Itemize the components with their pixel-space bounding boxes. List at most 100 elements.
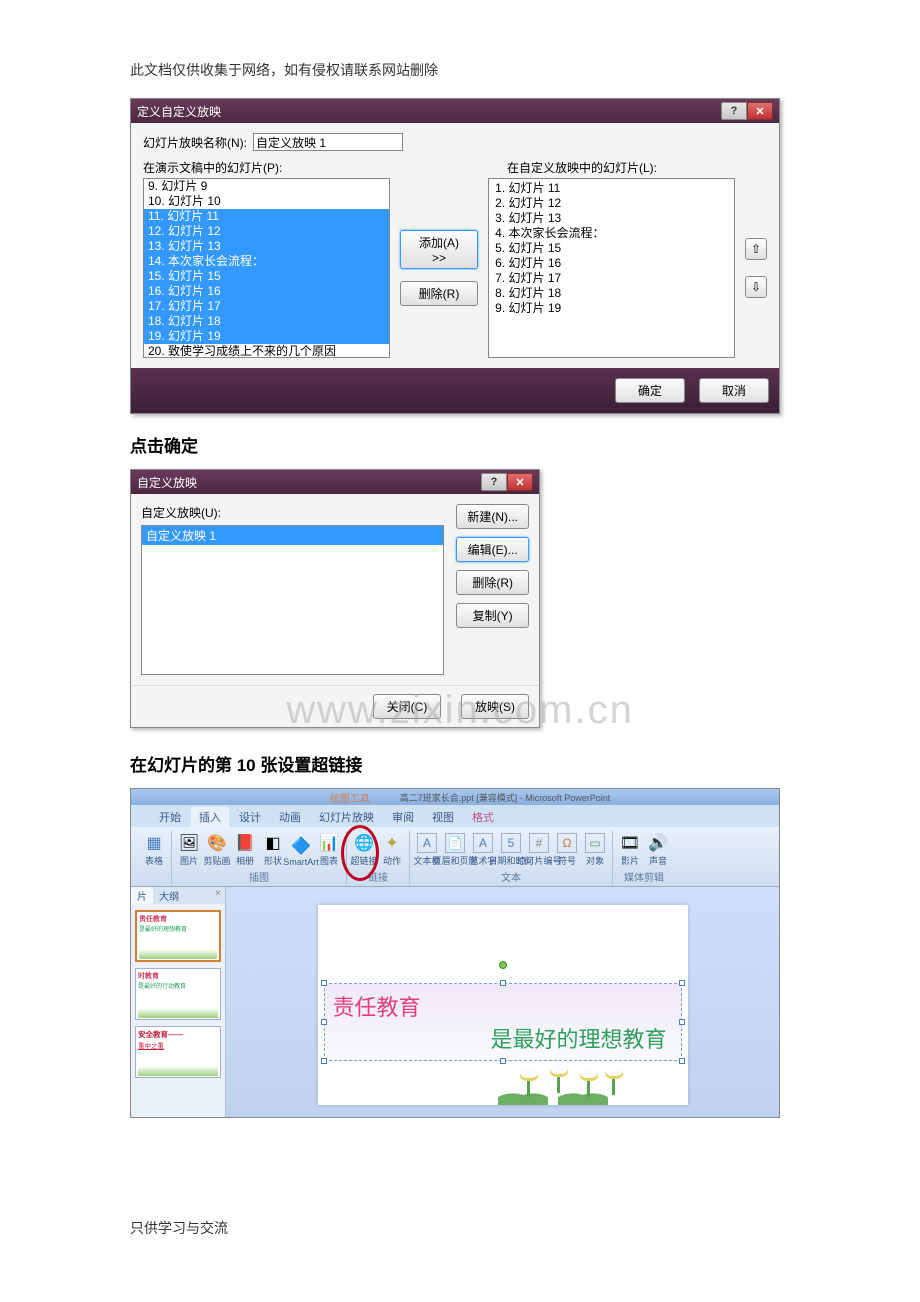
watermark: www.zixin.com.cn bbox=[130, 688, 790, 733]
list-item[interactable]: 8. 幻灯片 18 bbox=[491, 286, 732, 301]
ribbon-tab[interactable]: 开始 bbox=[151, 807, 189, 827]
ribbon-tab[interactable]: 设计 bbox=[231, 807, 269, 827]
ribbon-tab[interactable]: 插入 bbox=[191, 807, 229, 827]
ribbon-button[interactable]: ▭对象 bbox=[584, 833, 606, 867]
resize-handle[interactable] bbox=[500, 980, 506, 986]
cancel-button[interactable]: 取消 bbox=[699, 378, 769, 403]
new-button[interactable]: 新建(N)... bbox=[456, 504, 529, 529]
list-item[interactable]: 14. 本次家长会流程： bbox=[144, 254, 389, 269]
define-custom-show-dialog: 定义自定义放映 ? ✕ 幻灯片放映名称(N): 在演示文稿中的幻灯片(P): 在… bbox=[130, 98, 780, 414]
help-button[interactable]: ? bbox=[721, 102, 747, 120]
list-item[interactable]: 3. 幻灯片 13 bbox=[491, 211, 732, 226]
list-item[interactable]: 19. 幻灯片 19 bbox=[144, 329, 389, 344]
list-item[interactable]: 20. 致使学习成绩上不来的几个原因 bbox=[144, 344, 389, 357]
ribbon-tab[interactable]: 动画 bbox=[271, 807, 309, 827]
resize-handle[interactable] bbox=[679, 1019, 685, 1025]
list-item[interactable]: 18. 幻灯片 18 bbox=[144, 314, 389, 329]
movie-button[interactable]: 🎞影片 bbox=[619, 833, 641, 867]
ribbon-icon: # bbox=[529, 833, 549, 853]
slide-canvas[interactable]: 责任教育 是最好的理想教育 bbox=[318, 905, 688, 1105]
list-item[interactable]: 4. 本次家长会流程： bbox=[491, 226, 732, 241]
close-button[interactable]: ✕ bbox=[747, 102, 773, 120]
ribbon-button[interactable]: 🎨剪贴画 bbox=[206, 833, 228, 867]
target-list-label: 在自定义放映中的幻灯片(L): bbox=[507, 159, 757, 176]
ribbon-button[interactable]: Ω符号 bbox=[556, 833, 578, 867]
ribbon-icon: 📕 bbox=[235, 833, 255, 853]
list-item[interactable]: 11. 幻灯片 11 bbox=[144, 209, 389, 224]
remove-button[interactable]: 删除(R) bbox=[400, 281, 478, 306]
ribbon-tab[interactable]: 审阅 bbox=[384, 807, 422, 827]
list-item[interactable]: 13. 幻灯片 13 bbox=[144, 239, 389, 254]
target-slides-listbox[interactable]: 1. 幻灯片 112. 幻灯片 123. 幻灯片 134. 本次家长会流程：5.… bbox=[488, 178, 735, 358]
ribbon-tab[interactable]: 视图 bbox=[424, 807, 462, 827]
move-down-button[interactable]: ⇩ bbox=[745, 276, 767, 298]
ribbon-button[interactable]: ◧形状 bbox=[262, 833, 284, 867]
sound-button[interactable]: 🔊声音 bbox=[647, 833, 669, 867]
list-item[interactable]: 5. 幻灯片 15 bbox=[491, 241, 732, 256]
resize-handle[interactable] bbox=[321, 980, 327, 986]
ribbon-button[interactable]: 🔷SmartArt bbox=[290, 836, 312, 867]
list-item[interactable]: 15. 幻灯片 15 bbox=[144, 269, 389, 284]
table-button[interactable]: ▦表格 bbox=[143, 833, 165, 867]
slide-thumbnail[interactable]: 安全教育——重中之重 bbox=[135, 1026, 221, 1078]
slide-panel: 片 大纲 × 责任教育是最好的理想教育时教育是最好的行动教育安全教育——重中之重 bbox=[131, 887, 226, 1117]
list-item[interactable]: 9. 幻灯片 9 bbox=[144, 179, 389, 194]
ribbon-icon: A bbox=[473, 833, 493, 853]
move-up-button[interactable]: ⇧ bbox=[745, 238, 767, 260]
source-slides-listbox[interactable]: 9. 幻灯片 910. 幻灯片 1011. 幻灯片 1112. 幻灯片 1213… bbox=[143, 178, 390, 358]
resize-handle[interactable] bbox=[321, 1058, 327, 1064]
help-button[interactable]: ? bbox=[481, 473, 507, 491]
contextual-tab-label: 绘图工具 bbox=[330, 790, 370, 805]
add-button[interactable]: 添加(A) >> bbox=[400, 230, 478, 269]
list-item[interactable]: 7. 幻灯片 17 bbox=[491, 271, 732, 286]
ribbon-button[interactable]: 📄页眉和页脚 bbox=[444, 833, 466, 867]
name-label: 幻灯片放映名称(N): bbox=[143, 134, 247, 151]
copy-button[interactable]: 复制(Y) bbox=[456, 603, 529, 628]
titlebar: 自定义放映 ? ✕ bbox=[131, 470, 539, 494]
delete-button[interactable]: 删除(R) bbox=[456, 570, 529, 595]
list-item[interactable]: 9. 幻灯片 19 bbox=[491, 301, 732, 316]
ribbon-button[interactable]: 📊图表 bbox=[318, 833, 340, 867]
list-item[interactable]: 2. 幻灯片 12 bbox=[491, 196, 732, 211]
list-item[interactable]: 6. 幻灯片 16 bbox=[491, 256, 732, 271]
dialog-title: 自定义放映 bbox=[137, 474, 197, 491]
action-button[interactable]: ✦动作 bbox=[381, 833, 403, 867]
edit-button[interactable]: 编辑(E)... bbox=[456, 537, 529, 562]
slide-thumbnail[interactable]: 责任教育是最好的理想教育 bbox=[135, 910, 221, 962]
list-item[interactable]: 1. 幻灯片 11 bbox=[491, 181, 732, 196]
hyperlink-icon: 🌐 bbox=[354, 833, 374, 853]
close-button[interactable]: ✕ bbox=[507, 473, 533, 491]
ribbon-button[interactable]: 📕相册 bbox=[234, 833, 256, 867]
ribbon-group-tables: ▦表格 bbox=[137, 831, 172, 884]
show-name-input[interactable] bbox=[253, 133, 403, 151]
ribbon-button[interactable]: #幻灯片编号 bbox=[528, 833, 550, 867]
outline-tab[interactable]: 大纲 bbox=[153, 887, 185, 904]
resize-handle[interactable] bbox=[679, 1058, 685, 1064]
resize-handle[interactable] bbox=[679, 980, 685, 986]
text-frame[interactable]: 责任教育 是最好的理想教育 bbox=[324, 983, 682, 1061]
resize-handle[interactable] bbox=[321, 1019, 327, 1025]
slides-tab[interactable]: 片 bbox=[131, 887, 153, 904]
ribbon-icon: ◧ bbox=[263, 833, 283, 853]
hyperlink-button[interactable]: 🌐超链接 bbox=[353, 833, 375, 867]
ribbon-tabs: 开始插入设计动画幻灯片放映审阅视图格式 bbox=[131, 805, 779, 827]
list-item[interactable]: 自定义放映 1 bbox=[142, 526, 443, 545]
close-pane-icon[interactable]: × bbox=[211, 887, 225, 904]
slide-thumbnail[interactable]: 时教育是最好的行动教育 bbox=[135, 968, 221, 1020]
list-item[interactable]: 12. 幻灯片 12 bbox=[144, 224, 389, 239]
ribbon-icon: A bbox=[417, 833, 437, 853]
ribbon-group-links: 🌐超链接 ✦动作 链接 bbox=[347, 831, 410, 884]
ribbon-tab-format[interactable]: 格式 bbox=[464, 807, 502, 827]
list-item[interactable]: 17. 幻灯片 17 bbox=[144, 299, 389, 314]
ribbon-icon: 🎨 bbox=[207, 833, 227, 853]
ribbon-group-media: 🎞影片 🔊声音 媒体剪辑 bbox=[613, 831, 675, 884]
rotation-handle[interactable] bbox=[499, 961, 507, 969]
ribbon-button[interactable]: 🖼图片 bbox=[178, 833, 200, 867]
ok-button[interactable]: 确定 bbox=[615, 378, 685, 403]
list-item[interactable]: 10. 幻灯片 10 bbox=[144, 194, 389, 209]
ribbon-tab[interactable]: 幻灯片放映 bbox=[311, 807, 382, 827]
section-title-2: 在幻灯片的第 10 张设置超链接 bbox=[130, 751, 790, 776]
list-item[interactable]: 16. 幻灯片 16 bbox=[144, 284, 389, 299]
shows-listbox[interactable]: 自定义放映 1 bbox=[141, 525, 444, 675]
dialog-title: 定义自定义放映 bbox=[137, 103, 221, 120]
